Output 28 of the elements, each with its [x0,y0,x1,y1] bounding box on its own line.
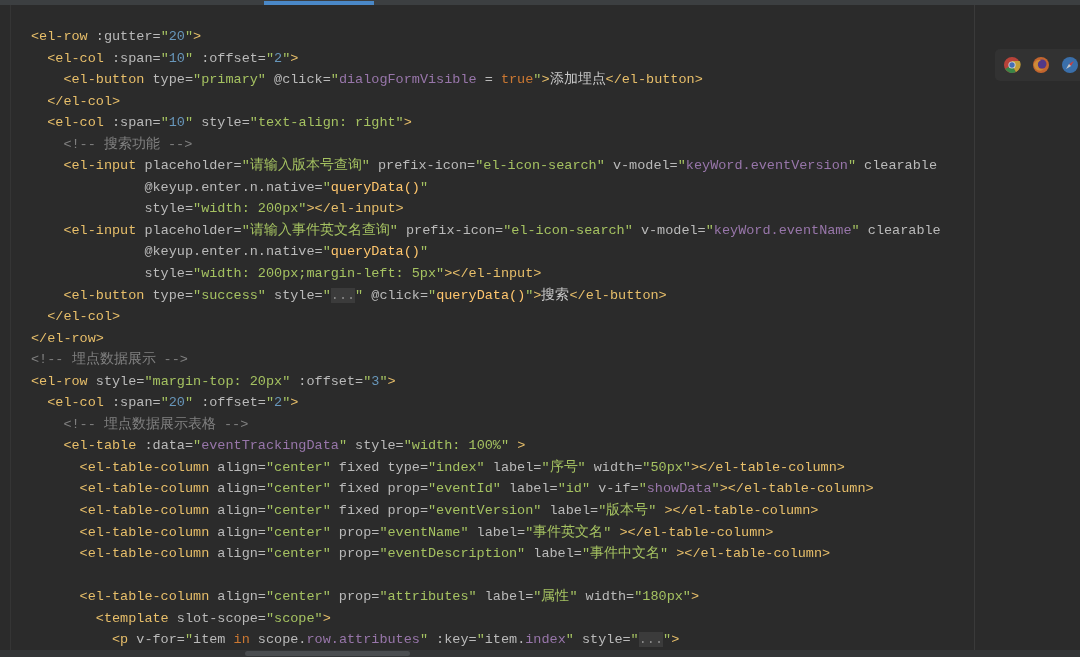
code-line: <el-table-column align="center" prop="eventName" label="事件英文名" ></el-table-column> [78,523,774,542]
code-line: <el-row :gutter="20"> [31,28,202,46]
code-line: <el-button type="primary" @click="dialogFormVisible = true">添加埋点</el-button> [62,70,703,90]
code-line: <!-- 埋点数据展示表格 --> [62,415,249,434]
code-line: <el-table-column align="center" prop="eventDescription" label="事件中文名" ></el-table-column> [78,544,831,564]
code-line: <!-- 搜索功能 --> [62,135,193,154]
code-line: <el-input placeholder="请输入版本号查询" prefix-icon="el-icon-search" v-model="keyWord.eventVersion" clearable [62,156,937,176]
code-line: <template slot-scope="scope"> [94,609,331,628]
code-line: <el-col :span="10" style="text-align: right"> [46,114,412,133]
code-line: <el-button type="success" style="..." @click="queryData()">搜索</el-button> [62,286,667,305]
code-line: style="width: 200px;margin-left: 5px"></el-input> [143,265,542,283]
code-line: <el-table-column align="center" fixed prop="eventVersion" label="版本号" ></el-table-column> [78,501,819,521]
code-line: <el-table-column align="center" fixed type="index" label="序号" width="50px"></el-table-column> [78,458,845,477]
code-line: @keyup.enter.n.native="queryData()" [143,243,428,262]
code-line: <el-table :data="eventTrackingData" style="width: 100%" > [62,437,526,456]
code-line: <el-input placeholder="请输入事件英文名查询" prefix-icon="el-icon-search" v-model="keyWord.eventName" clearable [62,221,941,240]
code-line: </el-row> [31,329,104,348]
code-line: </el-col> [46,92,121,111]
code-line: <el-col :span="20" :offset="2"> [46,394,299,413]
code-line: </el-col> [46,308,121,327]
code-line: <el-row style="margin-top: 20px" :offset="3"> [31,372,396,391]
code-line: <el-table-column align="center" fixed prop="eventId" label="id" v-if="showData"></el-table-column> [78,480,874,499]
code-line: @keyup.enter.n.native="queryData()" [143,178,428,197]
code-line: <p v-for="item in scope.row.attributes" :key="item.index" style="..."> [111,631,680,650]
code-line: <el-table-column align="center" prop="attributes" label="属性" width="180px"> [78,587,700,607]
code-line: <el-col :span="10" :offset="2"> [46,49,299,68]
code-line: style="width: 200px"></el-input> [143,200,404,219]
code-line: <!-- 埋点数据展示 --> [31,350,188,370]
